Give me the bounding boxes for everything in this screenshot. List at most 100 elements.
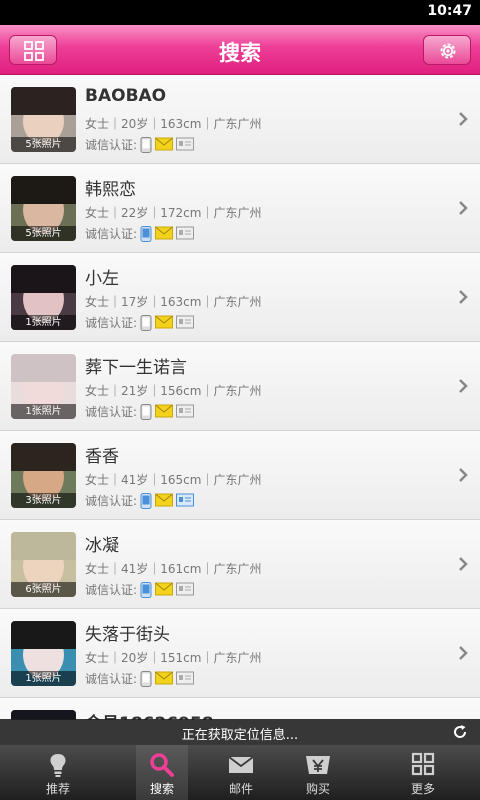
phone-verified-icon <box>140 226 152 242</box>
page-title: 搜索 <box>219 41 261 65</box>
phone-icon <box>140 315 152 331</box>
id-card-icon <box>176 226 195 240</box>
verification-row: 诚信认证: <box>85 315 195 331</box>
verification-label: 诚信认证: <box>85 583 138 597</box>
phone-icon <box>140 404 152 420</box>
title-bar: 搜索 <box>0 25 480 75</box>
bottom-tab-bar: 推荐 搜索 邮件 购买 更多 <box>0 745 480 800</box>
member-info: 女士｜41岁｜165cm｜广东广州 <box>85 473 262 487</box>
member-avatar: 6张照片 <box>11 532 76 597</box>
mail-icon <box>155 582 174 596</box>
tab-more[interactable]: 更多 <box>375 745 471 800</box>
yen-icon <box>306 756 330 774</box>
verification-row: 诚信认证: <box>85 582 195 598</box>
location-status-bar: 正在获取定位信息... <box>0 719 480 745</box>
id-card-icon <box>176 671 195 685</box>
chevron-right-icon <box>459 112 468 126</box>
mail-icon <box>155 137 174 151</box>
tab-label: 更多 <box>410 782 435 796</box>
verification-label: 诚信认证: <box>85 494 138 508</box>
member-row[interactable]: 1张照片 小左 女士｜17岁｜163cm｜广东广州 诚信认证: <box>0 253 480 342</box>
member-row[interactable]: 6张照片 冰凝 女士｜41岁｜161cm｜广东广州 诚信认证: <box>0 520 480 609</box>
refresh-icon[interactable] <box>452 724 468 740</box>
photo-count: 6张照片 <box>11 582 76 597</box>
member-name: 冰凝 <box>85 536 119 556</box>
verification-row: 诚信认证: <box>85 226 195 242</box>
member-info: 女士｜22岁｜172cm｜广东广州 <box>85 206 262 220</box>
member-info: 女士｜21岁｜156cm｜广东广州 <box>85 384 262 398</box>
tab-label: 搜索 <box>149 782 174 796</box>
mail-icon <box>155 404 174 418</box>
member-avatar: 3张照片 <box>11 443 76 508</box>
phone-verified-icon <box>140 493 152 509</box>
id-card-icon <box>176 582 195 596</box>
id-card-icon <box>176 137 195 151</box>
member-row[interactable]: 1张照片 葬下一生诺言 女士｜21岁｜156cm｜广东广州 诚信认证: <box>0 342 480 431</box>
verification-label: 诚信认证: <box>85 227 138 241</box>
verification-row: 诚信认证: <box>85 493 195 509</box>
member-name: 香香 <box>85 447 119 467</box>
grid-icon <box>411 752 435 776</box>
phone-icon <box>140 671 152 687</box>
member-row[interactable]: 会员18626958 <box>0 698 480 720</box>
search-icon <box>150 753 174 777</box>
mail-icon <box>155 315 174 329</box>
status-time: 10:47 <box>427 3 472 19</box>
chevron-right-icon <box>459 468 468 482</box>
verification-row: 诚信认证: <box>85 404 195 420</box>
member-avatar: 5张照片 <box>11 87 76 152</box>
verification-row: 诚信认证: <box>85 137 195 153</box>
phone-icon <box>140 137 152 153</box>
member-name: 韩熙恋 <box>85 180 136 200</box>
tab-label: 购买 <box>305 782 330 796</box>
member-avatar: 1张照片 <box>11 621 76 686</box>
member-row[interactable]: 3张照片 香香 女士｜41岁｜165cm｜广东广州 诚信认证: <box>0 431 480 520</box>
member-info: 女士｜20岁｜151cm｜广东广州 <box>85 651 262 665</box>
photo-count: 5张照片 <box>11 137 76 152</box>
member-name: 小左 <box>85 269 119 289</box>
tab-label: 推荐 <box>45 782 70 796</box>
tab-recommend[interactable]: 推荐 <box>10 745 106 800</box>
location-status-text: 正在获取定位信息... <box>181 728 299 743</box>
bulb-icon <box>50 754 66 777</box>
member-row[interactable]: 5张照片 BAOBAO 女士｜20岁｜163cm｜广东广州 诚信认证: <box>0 75 480 164</box>
status-bar: 10:47 <box>0 0 480 25</box>
member-avatar: 1张照片 <box>11 354 76 419</box>
member-name: 失落于街头 <box>85 625 170 645</box>
member-info: 女士｜41岁｜161cm｜广东广州 <box>85 562 262 576</box>
member-name: 葬下一生诺言 <box>85 358 187 378</box>
member-info: 女士｜20岁｜163cm｜广东广州 <box>85 117 262 131</box>
id-card-icon <box>176 315 195 329</box>
mail-icon <box>155 671 174 685</box>
chevron-right-icon <box>459 379 468 393</box>
chevron-right-icon <box>459 201 468 215</box>
chevron-right-icon <box>459 557 468 571</box>
chevron-right-icon <box>459 646 468 660</box>
settings-button[interactable] <box>423 35 471 65</box>
member-row[interactable]: 5张照片 韩熙恋 女士｜22岁｜172cm｜广东广州 诚信认证: <box>0 164 480 253</box>
verification-label: 诚信认证: <box>85 316 138 330</box>
member-info: 女士｜17岁｜163cm｜广东广州 <box>85 295 262 309</box>
member-avatar: 1张照片 <box>11 265 76 330</box>
member-list[interactable]: 5张照片 BAOBAO 女士｜20岁｜163cm｜广东广州 诚信认证: 5张照片… <box>0 75 480 720</box>
photo-count: 1张照片 <box>11 671 76 686</box>
id-card-verified-icon <box>176 493 195 507</box>
tab-buy[interactable]: 购买 <box>270 745 366 800</box>
photo-count: 5张照片 <box>11 226 76 241</box>
tab-search[interactable]: 搜索 <box>136 745 188 800</box>
mail-icon <box>155 226 174 240</box>
photo-count: 1张照片 <box>11 404 76 419</box>
id-card-icon <box>176 404 195 418</box>
verification-label: 诚信认证: <box>85 672 138 686</box>
mail-icon <box>228 756 254 773</box>
member-row[interactable]: 1张照片 失落于街头 女士｜20岁｜151cm｜广东广州 诚信认证: <box>0 609 480 698</box>
verification-label: 诚信认证: <box>85 405 138 419</box>
member-avatar: 5张照片 <box>11 176 76 241</box>
photo-count: 3张照片 <box>11 493 76 508</box>
phone-verified-icon <box>140 582 152 598</box>
gear-icon <box>440 43 456 59</box>
photo-count: 1张照片 <box>11 315 76 330</box>
member-name: BAOBAO <box>85 86 167 106</box>
mail-icon <box>155 493 174 507</box>
verification-label: 诚信认证: <box>85 138 138 152</box>
